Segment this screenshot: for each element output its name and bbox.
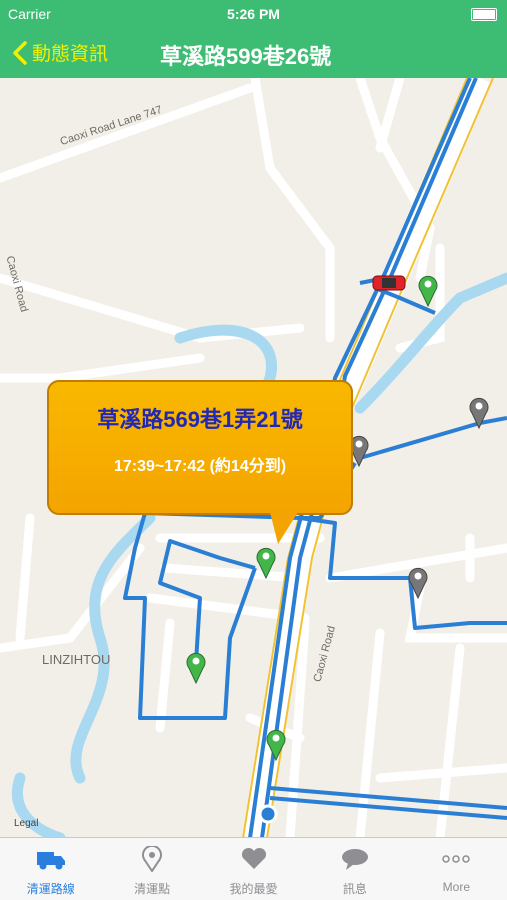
stop-callout[interactable]: 草溪路569巷1弄21號 17:39~17:42 (約14分到) <box>47 380 353 515</box>
callout-eta: 17:39~17:42 (約14分到) <box>113 458 287 475</box>
speech-bubble-icon <box>341 849 368 870</box>
callout-tail <box>270 512 298 544</box>
stop-pin-upcoming <box>418 275 438 308</box>
tab-stops[interactable]: 清運點 <box>101 838 202 900</box>
more-dots-icon <box>442 855 471 863</box>
back-button[interactable]: 動態資訊 <box>12 39 108 66</box>
tab-stops-label: 清運點 <box>134 882 171 896</box>
tab-more-label: More <box>442 880 470 894</box>
stop-pin-upcoming <box>186 652 206 685</box>
navigation-bar: 動態資訊 草溪路599巷26號 <box>0 28 507 78</box>
location-pin-icon <box>142 846 163 872</box>
tab-route-label: 清運路線 <box>26 882 75 896</box>
truck-icon <box>36 852 65 870</box>
tab-favorites[interactable]: 我的最愛 <box>203 838 304 900</box>
heart-icon <box>241 847 266 869</box>
callout-address: 草溪路569巷1弄21號 <box>97 407 303 432</box>
current-location-marker <box>258 804 278 824</box>
garbage-truck-marker <box>372 275 406 291</box>
legal-link[interactable]: Legal <box>14 818 38 829</box>
tab-bar: 清運路線 清運點 我的最愛 訊息 More <box>0 837 507 900</box>
clock: 5:26 PM <box>227 6 280 22</box>
tab-messages-label: 訊息 <box>342 882 367 896</box>
tab-favorites-label: 我的最愛 <box>229 882 278 896</box>
page-title: 草溪路599巷26號 <box>160 44 332 69</box>
tab-route[interactable]: 清運路線 <box>0 838 101 900</box>
chevron-left-icon <box>13 40 27 65</box>
area-label: LINZIHTOU <box>42 652 111 667</box>
battery-icon <box>471 8 497 21</box>
tab-more[interactable]: More <box>406 838 507 900</box>
status-bar: Carrier 5:26 PM <box>0 0 507 28</box>
tab-messages[interactable]: 訊息 <box>304 838 405 900</box>
back-label: 動態資訊 <box>32 44 109 65</box>
